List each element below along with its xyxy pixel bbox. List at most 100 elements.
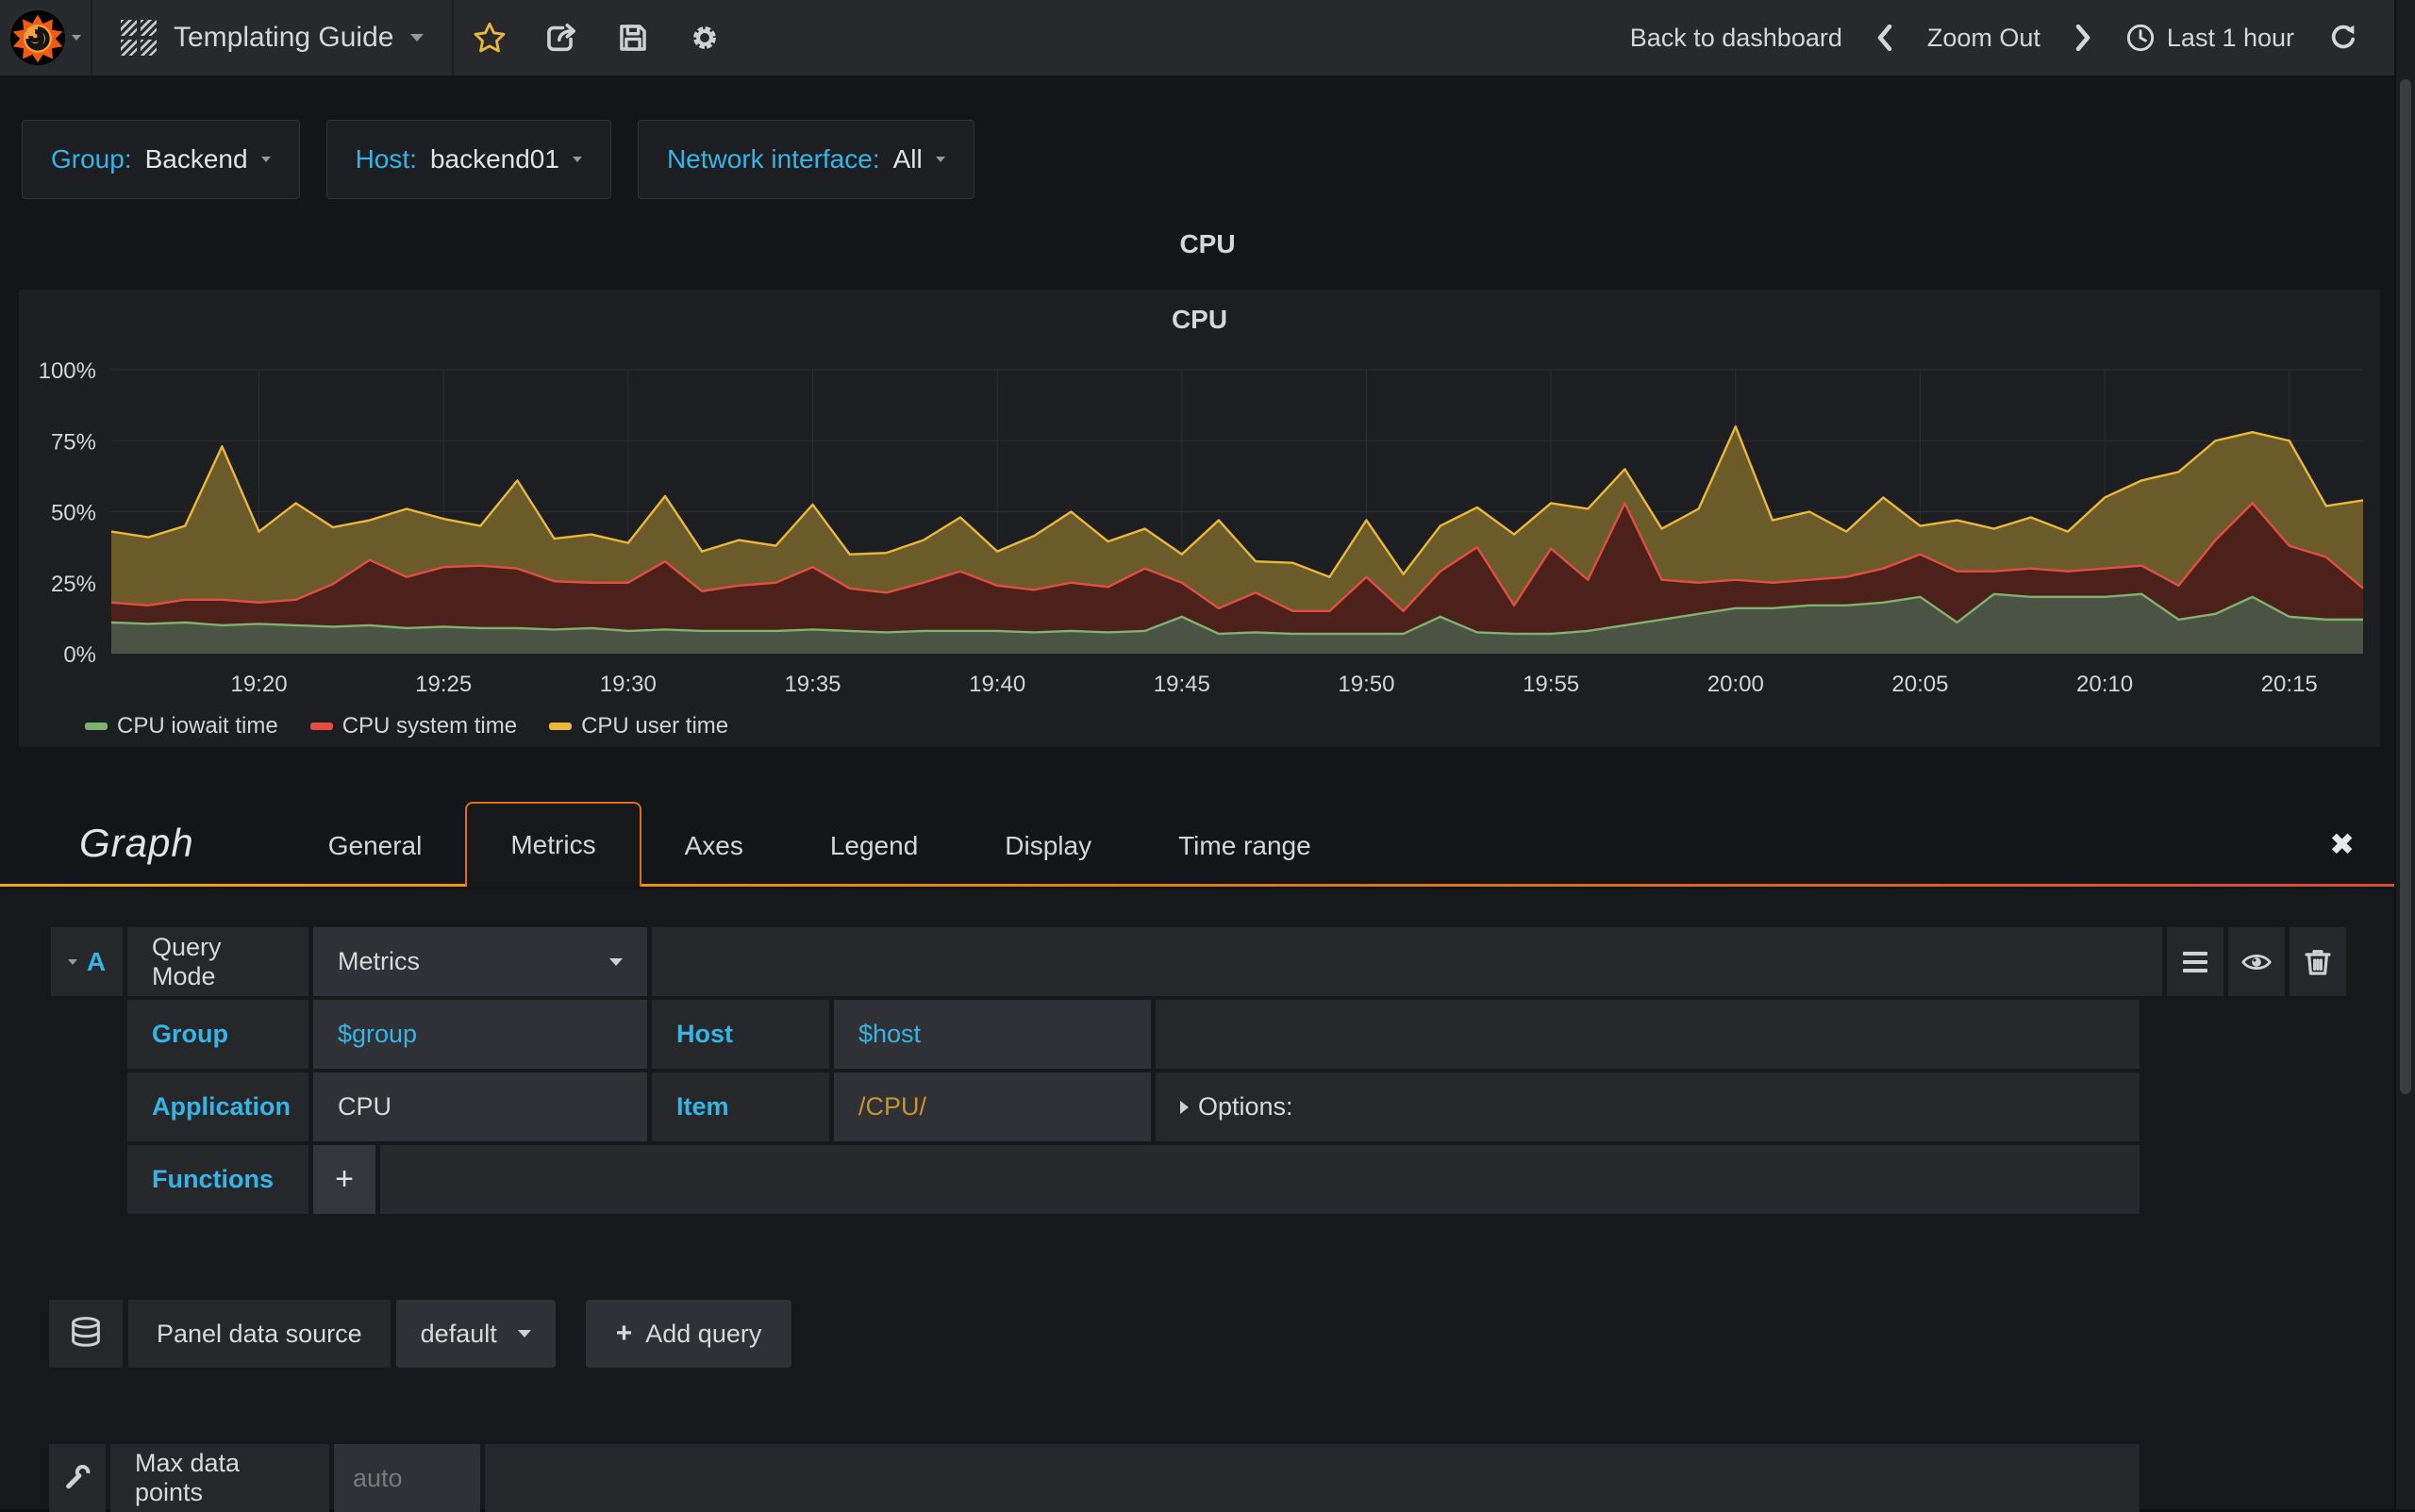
host-field-input[interactable]: $host bbox=[834, 1000, 1151, 1069]
chevron-down-icon bbox=[260, 157, 271, 162]
tab-time-range[interactable]: Time range bbox=[1135, 806, 1355, 887]
time-picker-button[interactable]: Last 1 hour bbox=[2125, 23, 2294, 53]
variable-network-interface[interactable]: Network interface: All bbox=[637, 120, 974, 199]
max-data-points-spacer bbox=[485, 1444, 2140, 1512]
save-icon bbox=[620, 25, 647, 51]
add-query-label: Add query bbox=[645, 1319, 762, 1348]
max-data-points-input[interactable] bbox=[334, 1444, 480, 1512]
refresh-button[interactable] bbox=[2328, 23, 2358, 53]
panel-type-title: Graph bbox=[79, 821, 194, 865]
svg-text:19:20: 19:20 bbox=[230, 672, 287, 697]
save-button[interactable] bbox=[597, 22, 669, 54]
query-collapse-toggle[interactable]: A bbox=[51, 927, 123, 996]
add-function-button[interactable]: + bbox=[313, 1145, 375, 1214]
query-mode-select[interactable]: Metrics bbox=[313, 927, 647, 996]
editor-tabs: General Metrics Axes Legend Display Time… bbox=[285, 792, 1355, 887]
variable-group[interactable]: Group: Backend bbox=[22, 120, 300, 199]
chevron-down-icon bbox=[72, 35, 81, 41]
svg-text:100%: 100% bbox=[39, 358, 96, 384]
database-icon bbox=[72, 1317, 100, 1347]
add-query-button[interactable]: + Add query bbox=[585, 1300, 792, 1368]
dashboard-row-title[interactable]: CPU bbox=[0, 229, 2415, 259]
tab-general[interactable]: General bbox=[285, 806, 466, 887]
star-icon bbox=[475, 22, 506, 53]
query-row-application-item: Application CPU Item /CPU/ Options: bbox=[51, 1072, 2140, 1141]
svg-text:0%: 0% bbox=[63, 642, 96, 668]
chevron-down-icon bbox=[410, 34, 425, 42]
max-data-points-row: Max data points bbox=[49, 1444, 2140, 1512]
back-to-dashboard-button[interactable]: Back to dashboard bbox=[1630, 24, 1842, 53]
template-variables-row: Group: Backend Host: backend01 Network i… bbox=[22, 120, 974, 199]
zoom-out-button[interactable]: Zoom Out bbox=[1927, 24, 2040, 53]
panel-editor-body: A Query Mode Metrics Group $group Host $… bbox=[0, 889, 2415, 1512]
dashboard-title: Templating Guide bbox=[174, 22, 394, 53]
functions-row-spacer bbox=[380, 1145, 2140, 1214]
svg-text:19:50: 19:50 bbox=[1338, 672, 1394, 697]
datasource-select[interactable]: default bbox=[395, 1300, 556, 1368]
variable-group-value: Backend bbox=[144, 144, 248, 174]
plus-icon: + bbox=[615, 1318, 633, 1349]
tab-legend[interactable]: Legend bbox=[787, 806, 961, 887]
tab-axes[interactable]: Axes bbox=[641, 806, 787, 887]
application-field-label: Application bbox=[127, 1072, 308, 1141]
query-row-functions: Functions + bbox=[51, 1145, 2140, 1214]
application-field-input[interactable]: CPU bbox=[313, 1072, 647, 1141]
svg-text:20:00: 20:00 bbox=[1707, 672, 1764, 697]
tab-accent-line bbox=[0, 884, 2415, 887]
chevron-down-icon bbox=[935, 157, 945, 162]
options-toggle[interactable]: Options: bbox=[1156, 1072, 2140, 1141]
query-delete-button[interactable] bbox=[2290, 927, 2346, 996]
tab-metrics[interactable]: Metrics bbox=[465, 802, 641, 887]
svg-text:19:45: 19:45 bbox=[1154, 672, 1210, 697]
options-label: Options: bbox=[1198, 1092, 1293, 1121]
svg-text:50%: 50% bbox=[51, 501, 96, 526]
cpu-stacked-area-chart[interactable]: 0% 25% 50% 75% 100% 19:20 19:25 19:30 19:35 19:40… bbox=[19, 290, 2380, 747]
legend-swatch bbox=[85, 723, 108, 730]
datasource-label: Panel data source bbox=[128, 1300, 391, 1368]
legend-item[interactable]: CPU system time bbox=[309, 713, 517, 739]
legend-item[interactable]: CPU iowait time bbox=[85, 713, 278, 739]
query-row-a: A Query Mode Metrics bbox=[51, 927, 2346, 996]
dashboard-picker[interactable]: Templating Guide bbox=[92, 0, 455, 75]
settings-icon-cell bbox=[49, 1444, 106, 1512]
query-toggle-visibility-button[interactable] bbox=[2228, 927, 2285, 996]
settings-button[interactable] bbox=[669, 21, 741, 55]
grafana-menu-button[interactable] bbox=[0, 0, 92, 75]
query-menu-button[interactable] bbox=[2167, 927, 2223, 996]
datasource-icon-cell bbox=[49, 1300, 123, 1368]
page-scrollbar[interactable] bbox=[2394, 0, 2415, 1509]
star-button[interactable] bbox=[454, 21, 525, 55]
panel-title[interactable]: CPU bbox=[19, 305, 2380, 335]
caret-down-icon bbox=[67, 958, 77, 965]
variable-host[interactable]: Host: backend01 bbox=[325, 120, 611, 199]
close-editor-button[interactable]: ✖ bbox=[2329, 826, 2355, 862]
svg-text:20:15: 20:15 bbox=[2261, 672, 2318, 697]
tab-display[interactable]: Display bbox=[961, 806, 1135, 887]
datasource-row: Panel data source default + Add query bbox=[49, 1300, 792, 1368]
graph-legend: CPU iowait time CPU system time CPU user t… bbox=[85, 713, 728, 739]
query-editor: A Query Mode Metrics Group $group Host $… bbox=[51, 927, 2346, 1218]
variable-host-value: backend01 bbox=[429, 144, 559, 174]
top-navbar: Templating Guide Back to dashboard Zoom … bbox=[0, 0, 2415, 75]
group-field-label: Group bbox=[127, 1000, 308, 1069]
time-range-label: Last 1 hour bbox=[2166, 23, 2294, 52]
legend-item[interactable]: CPU user time bbox=[549, 713, 728, 739]
legend-swatch bbox=[549, 723, 573, 730]
chevron-down-icon bbox=[572, 157, 582, 162]
item-field-input[interactable]: /CPU/ bbox=[834, 1072, 1151, 1141]
time-shift-right-button[interactable] bbox=[2074, 24, 2091, 52]
item-field-label: Item bbox=[652, 1072, 829, 1141]
share-button[interactable] bbox=[525, 21, 597, 55]
clock-icon bbox=[2126, 24, 2155, 52]
query-ref-letter: A bbox=[86, 946, 107, 976]
eye-icon bbox=[2241, 954, 2272, 970]
query-row-spacer bbox=[1156, 1000, 2140, 1069]
chevron-down-icon bbox=[609, 957, 623, 966]
svg-text:19:30: 19:30 bbox=[600, 672, 657, 697]
scrollbar-thumb[interactable] bbox=[2400, 79, 2411, 1094]
group-field-input[interactable]: $group bbox=[313, 1000, 647, 1069]
variable-network-interface-value: All bbox=[892, 144, 923, 174]
svg-text:19:25: 19:25 bbox=[415, 672, 472, 697]
chevron-down-icon bbox=[517, 1330, 531, 1338]
time-shift-left-button[interactable] bbox=[1876, 24, 1893, 52]
